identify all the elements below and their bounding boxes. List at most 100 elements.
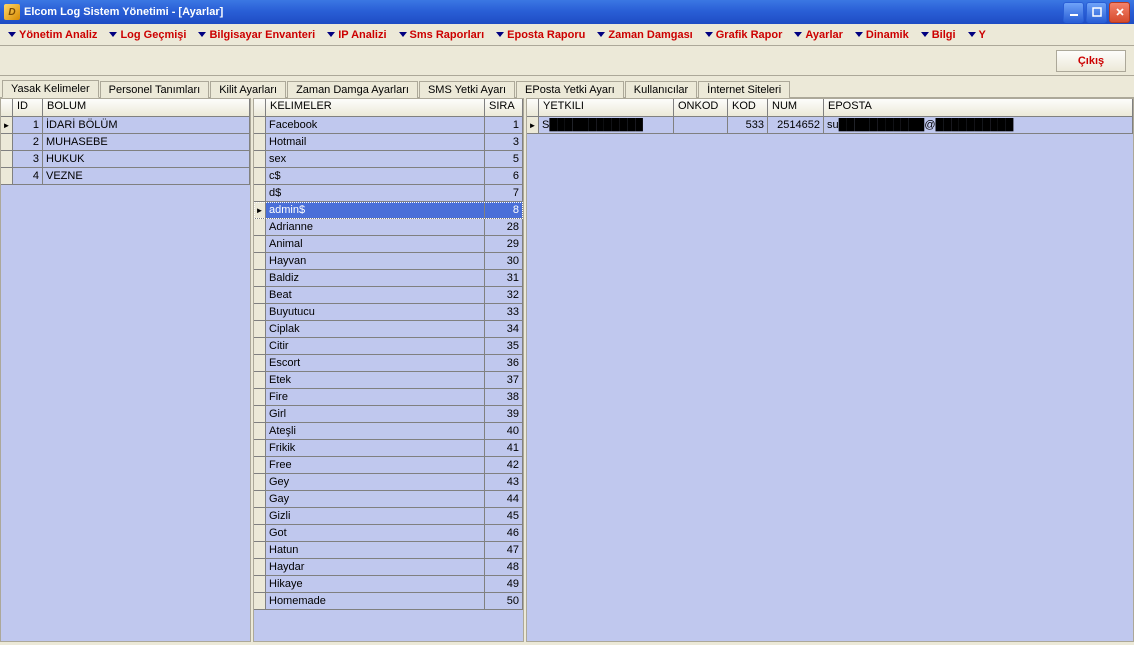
col-bolum[interactable]: BOLUM [43, 99, 250, 116]
table-row[interactable]: Ciplak34 [254, 321, 523, 338]
table-row[interactable]: Gey43 [254, 474, 523, 491]
table-row[interactable]: Buyutucu33 [254, 304, 523, 321]
window-title: Elcom Log Sistem Yönetimi - [Ayarlar] [24, 6, 1061, 18]
table-row[interactable]: admin$8 [254, 202, 523, 219]
row-indicator [254, 508, 266, 524]
menu-item-10[interactable]: Bilgi [915, 25, 962, 45]
table-row[interactable]: Free42 [254, 457, 523, 474]
col-kod[interactable]: KOD [728, 99, 768, 116]
col-num[interactable]: NUM [768, 99, 824, 116]
row-indicator [254, 236, 266, 252]
row-indicator [254, 117, 266, 133]
row-indicator [254, 168, 266, 184]
chevron-down-icon [794, 32, 802, 37]
table-row[interactable]: Baldiz31 [254, 270, 523, 287]
close-button[interactable] [1109, 2, 1130, 23]
tab-0[interactable]: Yasak Kelimeler [2, 80, 99, 98]
menu-item-4[interactable]: Sms Raporları [393, 25, 491, 45]
menu-item-0[interactable]: Yönetim Analiz [2, 25, 103, 45]
keywords-body[interactable]: Facebook1Hotmail3sex5c$6d$7admin$8Adrian… [254, 117, 523, 641]
table-row[interactable]: c$6 [254, 168, 523, 185]
authorized-body[interactable]: S████████████5332514652su███████████@███… [527, 117, 1133, 641]
table-row[interactable]: Fire38 [254, 389, 523, 406]
chevron-down-icon [8, 32, 16, 37]
table-row[interactable]: Citir35 [254, 338, 523, 355]
table-row[interactable]: Hotmail3 [254, 134, 523, 151]
row-indicator [254, 287, 266, 303]
minimize-button[interactable] [1063, 2, 1084, 23]
table-row[interactable]: S████████████5332514652su███████████@███… [527, 117, 1133, 134]
row-indicator [254, 559, 266, 575]
menu-item-9[interactable]: Dinamik [849, 25, 915, 45]
keywords-header: KELIMELER SIRA [254, 99, 523, 117]
menu-item-6[interactable]: Zaman Damgası [591, 25, 698, 45]
table-row[interactable]: Gizli45 [254, 508, 523, 525]
table-row[interactable]: d$7 [254, 185, 523, 202]
table-row[interactable]: 4VEZNE [1, 168, 250, 185]
col-yetkili[interactable]: YETKILI [539, 99, 674, 116]
tabstrip: Yasak KelimelerPersonel TanımlarıKilit A… [0, 76, 1134, 98]
table-row[interactable]: Hatun47 [254, 542, 523, 559]
menu-item-7[interactable]: Grafik Rapor [699, 25, 789, 45]
row-indicator [254, 389, 266, 405]
table-row[interactable]: Homemade50 [254, 593, 523, 610]
col-sira[interactable]: SIRA [485, 99, 523, 116]
row-indicator [254, 542, 266, 558]
departments-body[interactable]: 1İDARİ BÖLÜM2MUHASEBE3HUKUK4VEZNE [1, 117, 250, 641]
row-indicator [254, 491, 266, 507]
table-row[interactable]: Ateşli40 [254, 423, 523, 440]
maximize-button[interactable] [1086, 2, 1107, 23]
menu-item-2[interactable]: Bilgisayar Envanteri [192, 25, 321, 45]
table-row[interactable]: Facebook1 [254, 117, 523, 134]
row-indicator [1, 117, 13, 133]
table-row[interactable]: Got46 [254, 525, 523, 542]
table-row[interactable]: 3HUKUK [1, 151, 250, 168]
table-row[interactable]: 2MUHASEBE [1, 134, 250, 151]
row-indicator [254, 525, 266, 541]
menu-item-3[interactable]: IP Analizi [321, 25, 392, 45]
row-indicator [254, 219, 266, 235]
table-row[interactable]: sex5 [254, 151, 523, 168]
menu-item-8[interactable]: Ayarlar [788, 25, 849, 45]
tab-7[interactable]: İnternet Siteleri [698, 81, 790, 98]
logout-button[interactable]: Çıkış [1056, 50, 1126, 72]
table-row[interactable]: Hayvan30 [254, 253, 523, 270]
col-eposta[interactable]: EPOSTA [824, 99, 1133, 116]
content-area: ID BOLUM 1İDARİ BÖLÜM2MUHASEBE3HUKUK4VEZ… [0, 98, 1134, 642]
table-row[interactable]: Haydar48 [254, 559, 523, 576]
table-row[interactable]: Beat32 [254, 287, 523, 304]
row-indicator [254, 576, 266, 592]
menu-item-1[interactable]: Log Geçmişi [103, 25, 192, 45]
table-row[interactable]: 1İDARİ BÖLÜM [1, 117, 250, 134]
col-kelimeler[interactable]: KELIMELER [266, 99, 485, 116]
table-row[interactable]: Animal29 [254, 236, 523, 253]
chevron-down-icon [597, 32, 605, 37]
table-row[interactable]: Hikaye49 [254, 576, 523, 593]
table-row[interactable]: Girl39 [254, 406, 523, 423]
menubar: Yönetim AnalizLog GeçmişiBilgisayar Enva… [0, 24, 1134, 46]
col-id[interactable]: ID [13, 99, 43, 116]
departments-header: ID BOLUM [1, 99, 250, 117]
table-row[interactable]: Escort36 [254, 355, 523, 372]
tab-6[interactable]: Kullanıcılar [625, 81, 697, 98]
table-row[interactable]: Adrianne28 [254, 219, 523, 236]
tab-2[interactable]: Kilit Ayarları [210, 81, 286, 98]
tab-3[interactable]: Zaman Damga Ayarları [287, 81, 418, 98]
chevron-down-icon [496, 32, 504, 37]
tab-1[interactable]: Personel Tanımları [100, 81, 210, 98]
close-icon [1115, 7, 1125, 17]
table-row[interactable]: Gay44 [254, 491, 523, 508]
row-indicator [254, 338, 266, 354]
tab-4[interactable]: SMS Yetki Ayarı [419, 81, 515, 98]
table-row[interactable]: Frikik41 [254, 440, 523, 457]
minimize-icon [1069, 7, 1079, 17]
menu-item-11[interactable]: Y [962, 25, 992, 45]
tab-5[interactable]: EPosta Yetki Ayarı [516, 81, 624, 98]
titlebar: D Elcom Log Sistem Yönetimi - [Ayarlar] [0, 0, 1134, 24]
menu-item-5[interactable]: Eposta Raporu [490, 25, 591, 45]
table-row[interactable]: Etek37 [254, 372, 523, 389]
col-onkod[interactable]: ONKOD [674, 99, 728, 116]
row-indicator [254, 440, 266, 456]
row-indicator [254, 321, 266, 337]
chevron-down-icon [705, 32, 713, 37]
